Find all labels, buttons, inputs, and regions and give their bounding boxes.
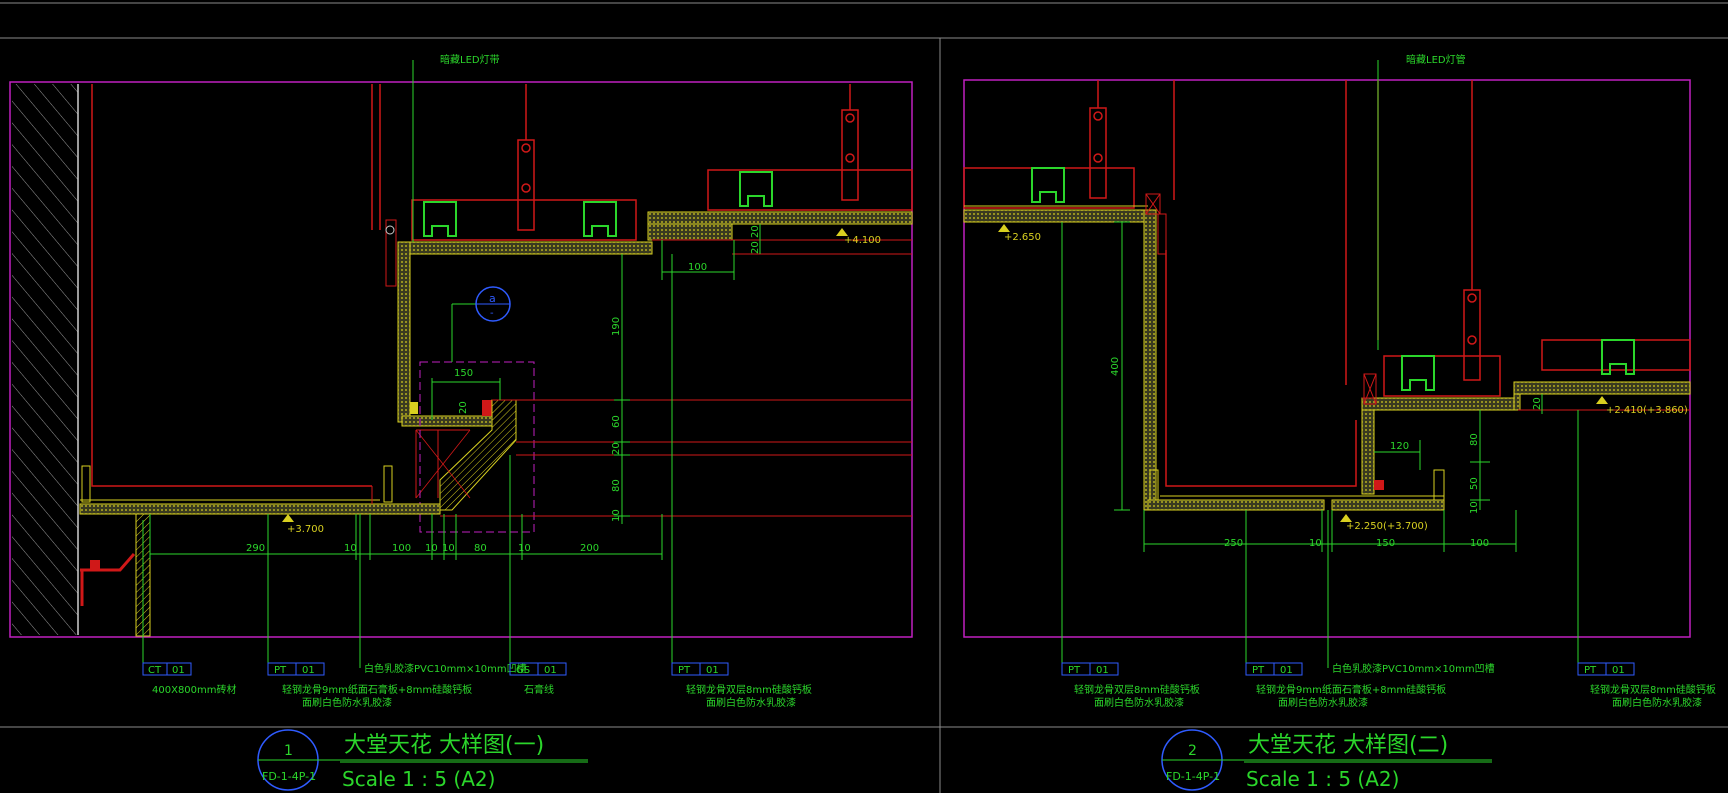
dim-small-20: 20 bbox=[458, 401, 469, 414]
dim-bottom-4: 10 bbox=[442, 543, 455, 554]
detail-1-scale: Scale 1 : 5 (A2) bbox=[342, 767, 495, 791]
dim-vertical-3: 80 bbox=[611, 479, 622, 492]
top-led-note-2: 暗藏LED灯管 bbox=[1406, 53, 1466, 66]
svg-text:白色乳胶漆PVC10mm×10mm凹槽: 白色乳胶漆PVC10mm×10mm凹槽 bbox=[1332, 662, 1495, 675]
dim-right-20: 20 bbox=[1532, 397, 1543, 410]
svg-text:01: 01 bbox=[1280, 665, 1293, 676]
detail-2-scale: Scale 1 : 5 (A2) bbox=[1246, 767, 1399, 791]
dim-vertical-4: 10 bbox=[611, 509, 622, 522]
material-tag-pvc-groove-2: 白色乳胶漆PVC10mm×10mm凹槽 bbox=[1332, 662, 1495, 675]
svg-text:PT: PT bbox=[678, 665, 691, 676]
svg-text:面刷白色防水乳胶漆: 面刷白色防水乳胶漆 bbox=[1278, 696, 1368, 709]
dim-bottom-6: 10 bbox=[518, 543, 531, 554]
concrete-wall bbox=[12, 84, 78, 635]
svg-text:面刷白色防水乳胶漆: 面刷白色防水乳胶漆 bbox=[1612, 696, 1702, 709]
detail-1-drawing bbox=[9, 60, 913, 668]
svg-text:面刷白色防水乳胶漆: 面刷白色防水乳胶漆 bbox=[302, 696, 392, 709]
svg-text:面刷白色防水乳胶漆: 面刷白色防水乳胶漆 bbox=[706, 696, 796, 709]
svg-text:轻钢龙骨9mm纸面石膏板+8mm硅酸钙板: 轻钢龙骨9mm纸面石膏板+8mm硅酸钙板 bbox=[1256, 683, 1446, 696]
material-tag-pt01-c: PT 01 轻钢龙骨双层8mm硅酸钙板 面刷白色防水乳胶漆 bbox=[1061, 662, 1200, 709]
dim-bottom-3: 10 bbox=[425, 543, 438, 554]
level-lower-2: +2.250(+3.700) bbox=[1346, 521, 1428, 532]
dim-bottom-7: 200 bbox=[580, 543, 599, 554]
detail-1-annotations: 暗藏LED灯带 +4.100 +3.700 a - 290 10 100 10 … bbox=[246, 53, 881, 554]
material-tag-pt01-e: PT 01 轻钢龙骨双层8mm硅酸钙板 面刷白色防水乳胶漆 bbox=[1577, 662, 1716, 709]
detail-2-material-tags: PT 01 轻钢龙骨双层8mm硅酸钙板 面刷白色防水乳胶漆 PT 01 轻钢龙骨… bbox=[1061, 662, 1716, 709]
dim-400: 400 bbox=[1110, 357, 1121, 376]
dim-right-vertical-2: 10 bbox=[1469, 501, 1480, 514]
dim-vertical-1: 60 bbox=[611, 415, 622, 428]
detail-2-title-block: 2 FD-1-4P-1 大堂天花 大样图(二) Scale 1 : 5 (A2) bbox=[1161, 729, 1492, 791]
svg-text:轻钢龙骨双层8mm硅酸钙板: 轻钢龙骨双层8mm硅酸钙板 bbox=[686, 683, 812, 696]
dim-bottom-0: 290 bbox=[246, 543, 265, 554]
detail-1-material-tags: CT 01 400X800mm砖材 PT 01 轻钢龙骨9mm纸面石膏板+8mm… bbox=[142, 662, 812, 709]
svg-text:面刷白色防水乳胶漆: 面刷白色防水乳胶漆 bbox=[1094, 696, 1184, 709]
dim-bottom-0: 250 bbox=[1224, 538, 1243, 549]
level-marker bbox=[282, 228, 848, 522]
level-lower: +3.700 bbox=[287, 524, 324, 535]
vertical-drop-board bbox=[397, 241, 411, 423]
detail-2-drawing bbox=[963, 60, 1691, 668]
lower-ceiling-board bbox=[1147, 499, 1325, 511]
detail-2-title: 大堂天花 大样图(二) bbox=[1248, 733, 1448, 758]
detail-1-number: 1 bbox=[284, 743, 293, 759]
dim-bottom-5: 80 bbox=[474, 543, 487, 554]
level-right: +2.410(+3.860) bbox=[1606, 405, 1688, 416]
level-marker bbox=[998, 224, 1608, 522]
dim-120: 120 bbox=[1390, 441, 1409, 452]
dim-vertical-2: 20 bbox=[611, 442, 622, 455]
svg-text:PT: PT bbox=[1252, 665, 1265, 676]
section-bubble-label: a bbox=[489, 292, 496, 305]
cad-drawing-canvas: 暗藏LED灯带 +4.100 +3.700 a - 290 10 100 10 … bbox=[0, 2, 1728, 793]
lower-ceiling-board bbox=[79, 503, 441, 515]
top-led-note: 暗藏LED灯带 bbox=[440, 53, 500, 66]
svg-text:轻钢龙骨双层8mm硅酸钙板: 轻钢龙骨双层8mm硅酸钙板 bbox=[1074, 683, 1200, 696]
material-tag-pt01-b: PT 01 轻钢龙骨双层8mm硅酸钙板 面刷白色防水乳胶漆 bbox=[671, 662, 812, 709]
detail-1-sheet-ref: FD-1-4P-1 bbox=[262, 770, 316, 783]
dim-bottom-1: 10 bbox=[344, 543, 357, 554]
detail-2-viewport-frame bbox=[963, 79, 1691, 638]
svg-text:PT: PT bbox=[1584, 665, 1597, 676]
dim-right-vertical-1: 50 bbox=[1469, 477, 1480, 490]
level-upper: +4.100 bbox=[844, 235, 881, 246]
dim-right-vertical-0: 80 bbox=[1469, 433, 1480, 446]
svg-text:01: 01 bbox=[1096, 665, 1109, 676]
dim-bottom-1: 10 bbox=[1309, 538, 1322, 549]
svg-text:01: 01 bbox=[302, 665, 315, 676]
svg-text:01: 01 bbox=[544, 665, 557, 676]
dim-top-150: 150 bbox=[454, 368, 473, 379]
svg-text:CT: CT bbox=[148, 665, 162, 676]
dim-bottom-2: 150 bbox=[1376, 538, 1395, 549]
detail-1-title: 大堂天花 大样图(一) bbox=[344, 733, 544, 758]
svg-text:白色乳胶漆PVC10mm×10mm凹槽: 白色乳胶漆PVC10mm×10mm凹槽 bbox=[364, 662, 527, 675]
detail-2-sheet-ref: FD-1-4P-1 bbox=[1166, 770, 1220, 783]
svg-text:轻钢龙骨双层8mm硅酸钙板: 轻钢龙骨双层8mm硅酸钙板 bbox=[1590, 683, 1716, 696]
dim-right-20b: 20 bbox=[750, 225, 761, 238]
dim-vertical-0: 190 bbox=[611, 317, 622, 336]
svg-text:400X800mm砖材: 400X800mm砖材 bbox=[152, 683, 237, 696]
detail-2-number: 2 bbox=[1188, 743, 1197, 759]
section-bubble-sub: - bbox=[490, 308, 494, 319]
svg-text:GS: GS bbox=[516, 665, 530, 676]
material-tag-pvc-groove: 白色乳胶漆PVC10mm×10mm凹槽 bbox=[364, 662, 527, 675]
detail-1-title-block: 1 FD-1-4P-1 大堂天花 大样图(一) Scale 1 : 5 (A2) bbox=[257, 729, 588, 791]
dim-right-100: 100 bbox=[688, 262, 707, 273]
svg-text:轻钢龙骨9mm纸面石膏板+8mm硅酸钙板: 轻钢龙骨9mm纸面石膏板+8mm硅酸钙板 bbox=[282, 683, 472, 696]
svg-text:01: 01 bbox=[706, 665, 719, 676]
vertical-drop-board bbox=[1143, 209, 1157, 511]
svg-text:01: 01 bbox=[172, 665, 185, 676]
upper-ceiling-board bbox=[397, 241, 653, 255]
level-left: +2.650 bbox=[1004, 232, 1041, 243]
svg-text:石膏线: 石膏线 bbox=[524, 683, 554, 696]
material-tag-ct01: CT 01 400X800mm砖材 bbox=[142, 662, 237, 696]
material-tag-gs01: GS 01 石膏线 bbox=[509, 662, 567, 696]
dim-right-20a: 20 bbox=[750, 241, 761, 254]
dim-bottom-3: 100 bbox=[1470, 538, 1489, 549]
svg-text:PT: PT bbox=[274, 665, 287, 676]
svg-text:PT: PT bbox=[1068, 665, 1081, 676]
svg-text:01: 01 bbox=[1612, 665, 1625, 676]
dim-bottom-2: 100 bbox=[392, 543, 411, 554]
